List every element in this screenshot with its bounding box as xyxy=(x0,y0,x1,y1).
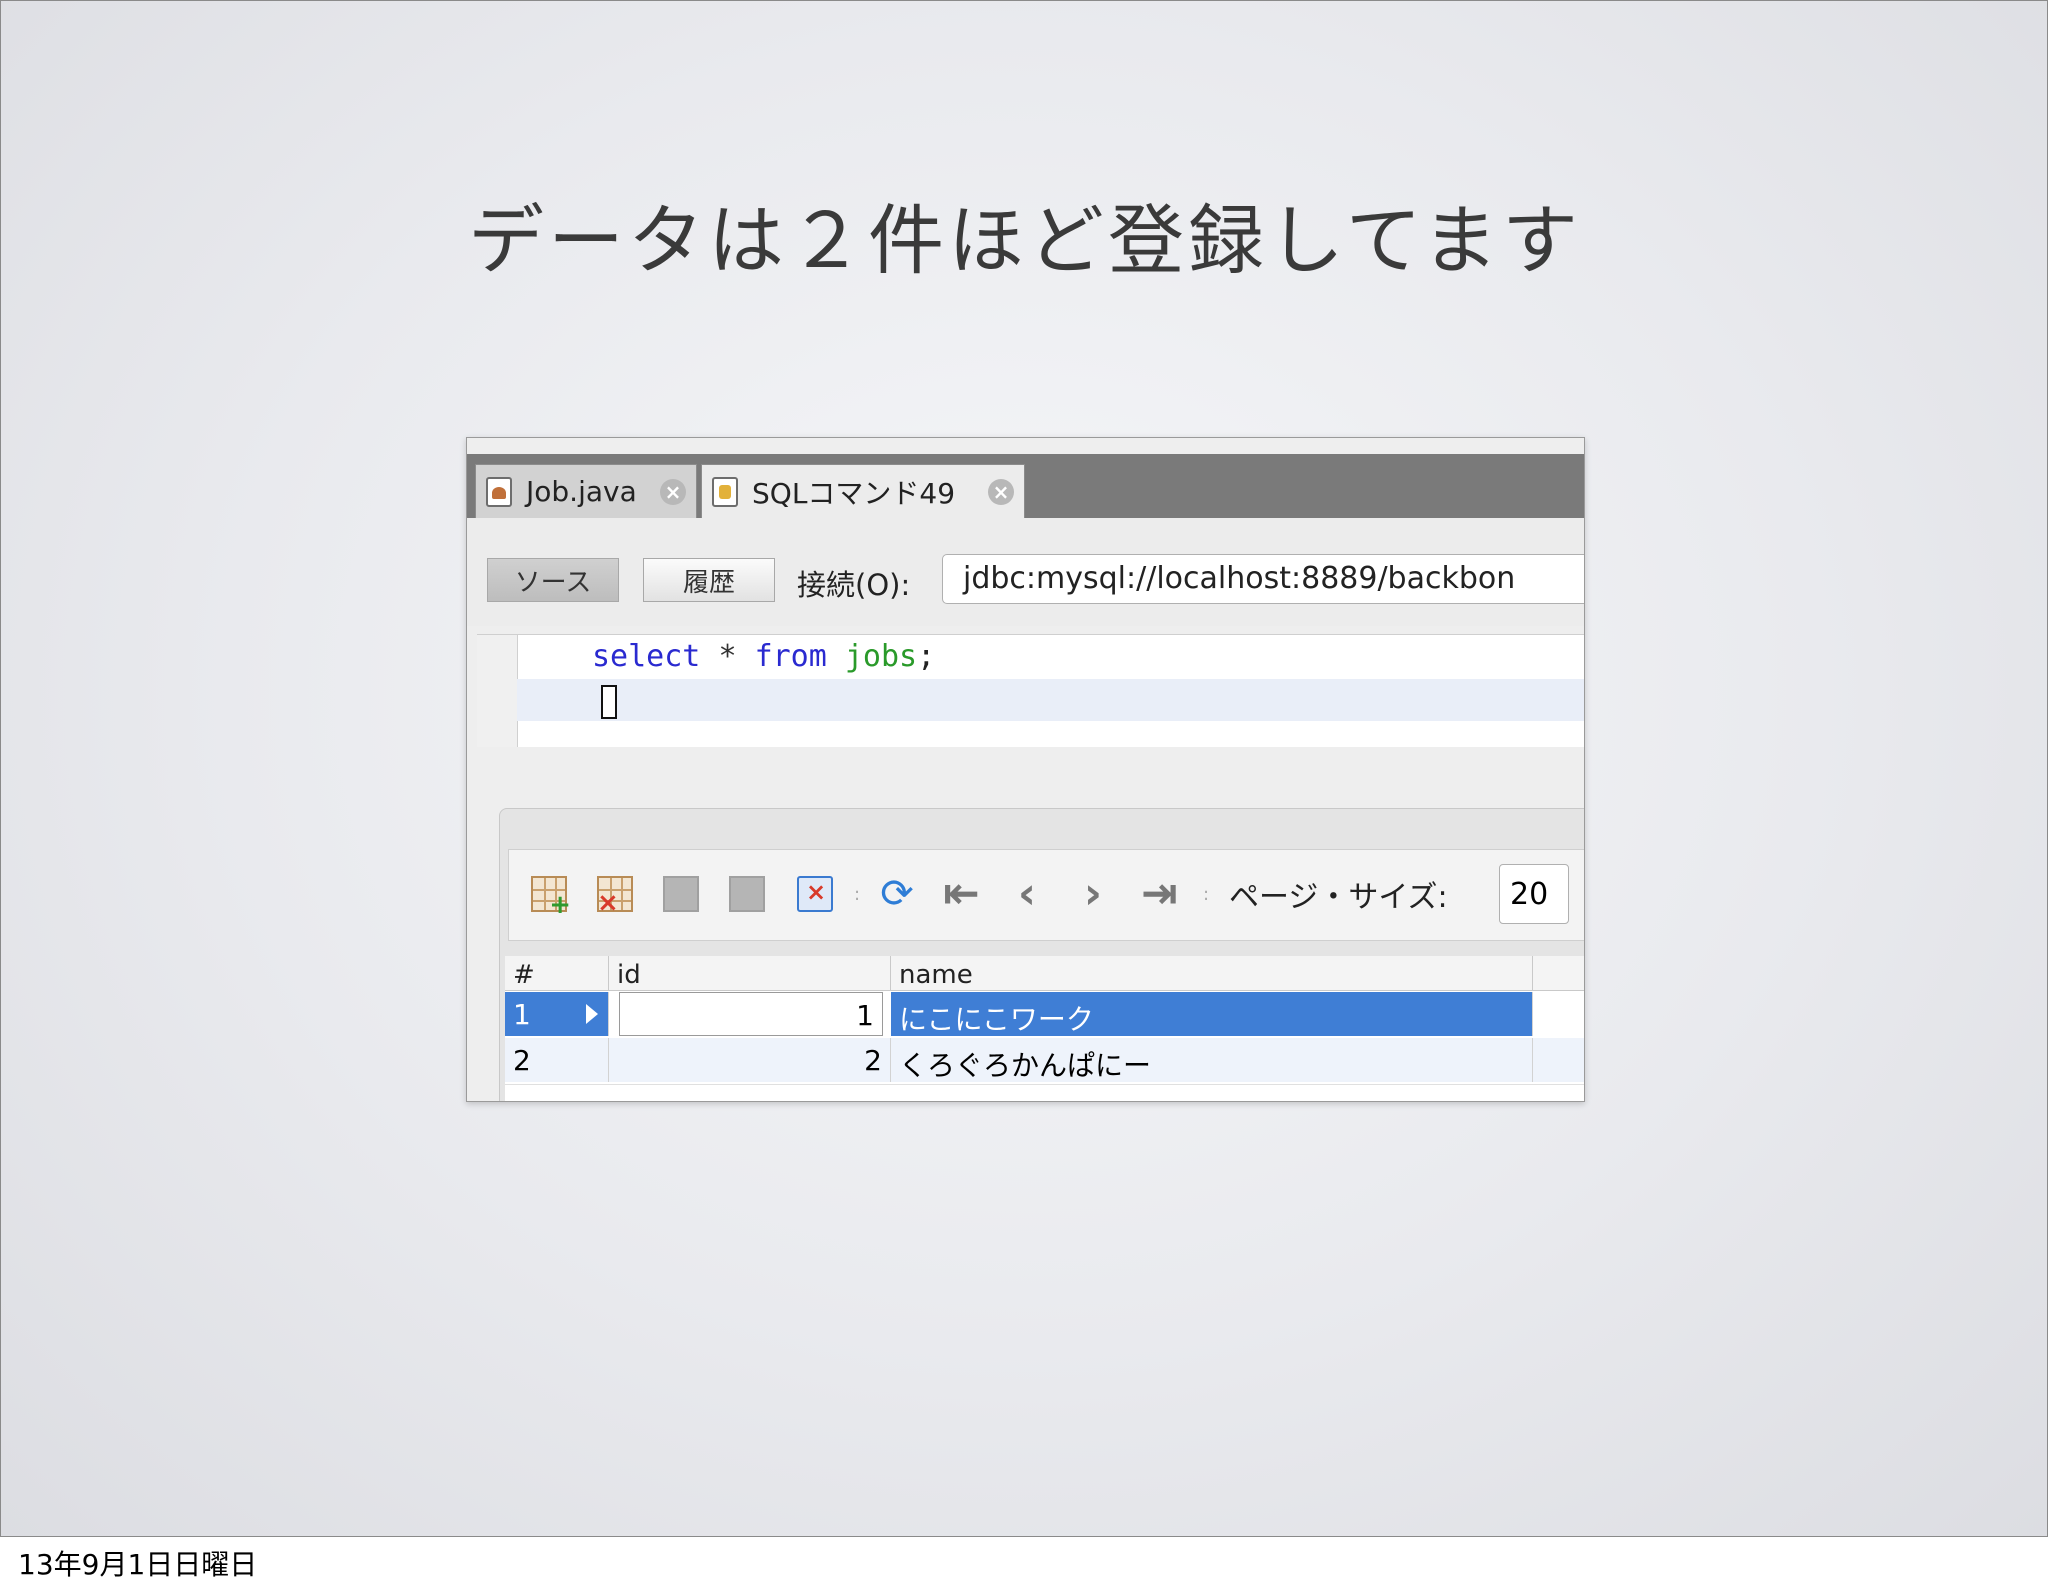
row-number-cell: 2 xyxy=(505,1038,609,1082)
text-caret xyxy=(601,685,617,719)
keyword-from: from xyxy=(754,639,827,674)
table-row[interactable]: 2 2 くろぐろかんぱにー xyxy=(505,1038,1584,1082)
tab-sql-command[interactable]: SQLコマンド49 × xyxy=(701,464,1025,518)
separator: : xyxy=(854,884,861,905)
truncate-table-icon[interactable] xyxy=(797,876,833,912)
connection-label: 接続(O): xyxy=(797,568,911,602)
java-file-icon xyxy=(486,476,512,507)
previous-page-icon[interactable]: ‹ xyxy=(1009,872,1045,916)
name-cell[interactable]: くろぐろかんぱにー xyxy=(891,1038,1533,1082)
column-header-id[interactable]: id xyxy=(609,956,891,990)
refresh-icon[interactable]: ⟳ xyxy=(879,874,915,914)
delete-row-icon[interactable] xyxy=(597,876,633,918)
cancel-edits-icon[interactable] xyxy=(729,876,765,912)
operator: * xyxy=(718,639,737,674)
column-header-number[interactable]: # xyxy=(505,956,609,990)
slide: データは２件ほど登録してます Job.java × SQLコマンド49 × ソー… xyxy=(0,0,2048,1537)
table-name: jobs xyxy=(844,639,918,674)
id-cell[interactable]: 2 xyxy=(609,1038,891,1082)
terminator: ; xyxy=(917,639,936,674)
first-page-icon[interactable]: ⇤ xyxy=(943,872,980,916)
page-size-label: ページ・サイズ: xyxy=(1229,880,1448,915)
table-row[interactable]: 1 1 にこにこワーク xyxy=(505,992,1584,1036)
tab-label: SQLコマンド49 xyxy=(752,476,956,510)
insert-row-icon[interactable] xyxy=(531,876,571,920)
history-button[interactable]: 履歴 xyxy=(643,558,775,602)
slide-title: データは２件ほど登録してます xyxy=(468,196,1582,285)
close-icon[interactable]: × xyxy=(988,478,1014,505)
source-button[interactable]: ソース xyxy=(487,558,619,602)
close-icon[interactable]: × xyxy=(660,478,686,505)
code-line: select * from jobs; xyxy=(592,639,935,674)
name-cell[interactable]: にこにこワーク xyxy=(891,992,1533,1036)
keyword-select: select xyxy=(592,639,701,674)
last-page-icon[interactable]: ⇥ xyxy=(1141,872,1178,916)
sql-editor[interactable]: select * from jobs; xyxy=(477,634,1584,747)
current-line-highlight xyxy=(517,679,1584,721)
empty-row xyxy=(505,1084,1584,1101)
ide-screenshot: Job.java × SQLコマンド49 × ソース 履歴 接続(O): jdb… xyxy=(466,437,1585,1102)
current-row-arrow-icon xyxy=(586,1004,598,1024)
result-toolbar: : ⟳ ⇤ ‹ › ⇥ : ページ・サイズ: 20 xyxy=(508,849,1584,941)
separator: : xyxy=(1203,884,1210,905)
column-header-name[interactable]: name xyxy=(891,956,1533,990)
table-header: # id name xyxy=(505,956,1584,991)
row-number: 1 xyxy=(513,998,531,1031)
tab-label: Job.java xyxy=(526,475,637,508)
sql-toolbar: ソース 履歴 接続(O): jdbc:mysql://localhost:888… xyxy=(467,518,1584,626)
id-cell[interactable]: 1 xyxy=(619,992,883,1036)
database-file-icon xyxy=(712,476,738,507)
row-number-cell: 1 xyxy=(505,992,609,1036)
next-page-icon[interactable]: › xyxy=(1075,872,1111,916)
slide-footer-date: 13年9月1日日曜日 xyxy=(18,1548,258,1581)
connection-select[interactable]: jdbc:mysql://localhost:8889/backbon xyxy=(942,554,1584,604)
result-table: # id name 1 1 にこにこワーク 2 2 くろぐろかんぱにー xyxy=(505,956,1584,1101)
page-size-input[interactable]: 20 xyxy=(1499,864,1569,924)
commit-icon[interactable] xyxy=(663,876,699,912)
editor-gutter xyxy=(477,635,518,747)
editor-tab-bar: Job.java × SQLコマンド49 × xyxy=(467,454,1584,518)
tab-job-java[interactable]: Job.java × xyxy=(475,464,697,518)
